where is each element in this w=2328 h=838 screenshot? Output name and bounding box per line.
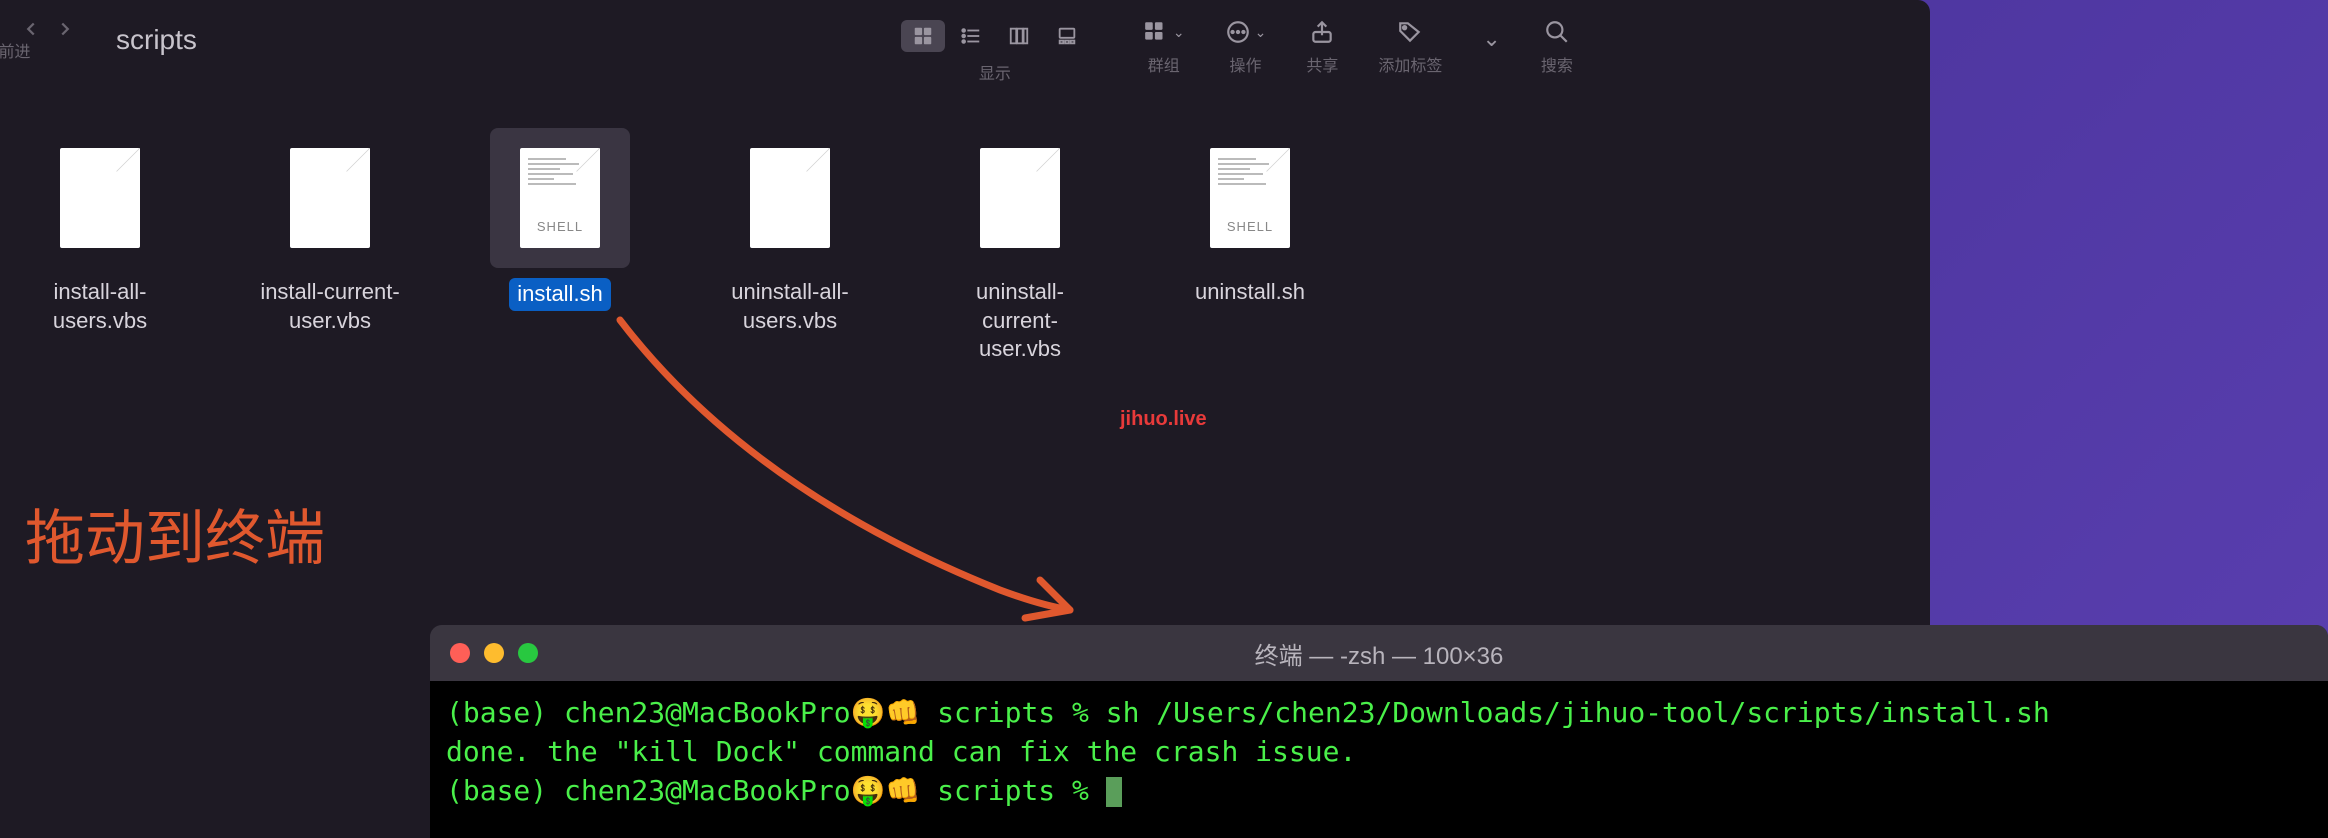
- file-item-selected[interactable]: SHELL install.sh: [490, 128, 630, 364]
- terminal-line: (base) chen23@MacBookPro🤑👊 scripts % sh …: [446, 693, 2312, 732]
- traffic-lights: [450, 643, 538, 663]
- file-item[interactable]: uninstall-all-users.vbs: [720, 128, 860, 364]
- minimize-button[interactable]: [484, 643, 504, 663]
- file-item[interactable]: SHELL uninstall.sh: [1180, 128, 1320, 364]
- group-button[interactable]: ⌄ 群组: [1143, 16, 1185, 76]
- window-title: scripts: [116, 24, 197, 56]
- nav-label: 返回/前进: [0, 38, 30, 62]
- terminal-window: 终端 — -zsh — 100×36 (base) chen23@MacBook…: [430, 625, 2328, 838]
- file-item[interactable]: install-current-user.vbs: [260, 128, 400, 364]
- file-icon: [980, 148, 1060, 248]
- file-item[interactable]: uninstall-current-user.vbs: [950, 128, 1090, 364]
- list-view-button[interactable]: [949, 20, 993, 52]
- action-button[interactable]: ⌄ 操作: [1225, 16, 1267, 76]
- icon-view-button[interactable]: [901, 20, 945, 52]
- finder-toolbar: 返回/前进 scripts: [0, 0, 1930, 88]
- shell-file-icon: SHELL: [520, 148, 600, 248]
- view-label: 显示: [979, 60, 1011, 84]
- file-icon: [750, 148, 830, 248]
- terminal-titlebar[interactable]: 终端 — -zsh — 100×36: [430, 625, 2328, 681]
- chevron-down-icon: ⌄: [1173, 24, 1185, 41]
- file-name: install-all-users.vbs: [30, 278, 170, 335]
- chevron-down-icon: ⌄: [1255, 24, 1267, 41]
- file-name: uninstall-current-user.vbs: [950, 278, 1090, 364]
- column-view-button[interactable]: [997, 20, 1041, 52]
- nav-buttons: 返回/前进: [20, 18, 76, 40]
- close-button[interactable]: [450, 643, 470, 663]
- more-button[interactable]: ⌄: [1482, 26, 1500, 76]
- terminal-title: 终端 — -zsh — 100×36: [1255, 636, 1504, 671]
- file-name: install.sh: [509, 278, 611, 311]
- tags-button[interactable]: 添加标签: [1378, 16, 1442, 76]
- view-switcher: [897, 16, 1093, 56]
- file-name: uninstall.sh: [1195, 278, 1305, 307]
- file-grid: install-all-users.vbs install-current-us…: [0, 88, 1930, 404]
- share-button[interactable]: 共享: [1306, 16, 1338, 76]
- file-icon: [290, 148, 370, 248]
- forward-button[interactable]: [54, 18, 76, 40]
- file-item[interactable]: install-all-users.vbs: [30, 128, 170, 364]
- watermark: jihuo.live: [1120, 408, 1207, 431]
- terminal-prompt: (base) chen23@MacBookPro🤑👊 scripts %: [446, 771, 2312, 810]
- search-button[interactable]: 搜索: [1541, 16, 1573, 76]
- chevron-down-icon: ⌄: [1482, 26, 1500, 52]
- cursor: [1106, 777, 1122, 807]
- back-button[interactable]: [20, 18, 42, 40]
- file-name: install-current-user.vbs: [260, 278, 400, 335]
- file-name: uninstall-all-users.vbs: [720, 278, 860, 335]
- shell-file-icon: SHELL: [1210, 148, 1290, 248]
- maximize-button[interactable]: [518, 643, 538, 663]
- terminal-body[interactable]: (base) chen23@MacBookPro🤑👊 scripts % sh …: [430, 681, 2328, 838]
- terminal-line: done. the "kill Dock" command can fix th…: [446, 732, 2312, 771]
- file-icon: [60, 148, 140, 248]
- gallery-view-button[interactable]: [1045, 20, 1089, 52]
- annotation-text: 拖动到终端: [25, 490, 325, 577]
